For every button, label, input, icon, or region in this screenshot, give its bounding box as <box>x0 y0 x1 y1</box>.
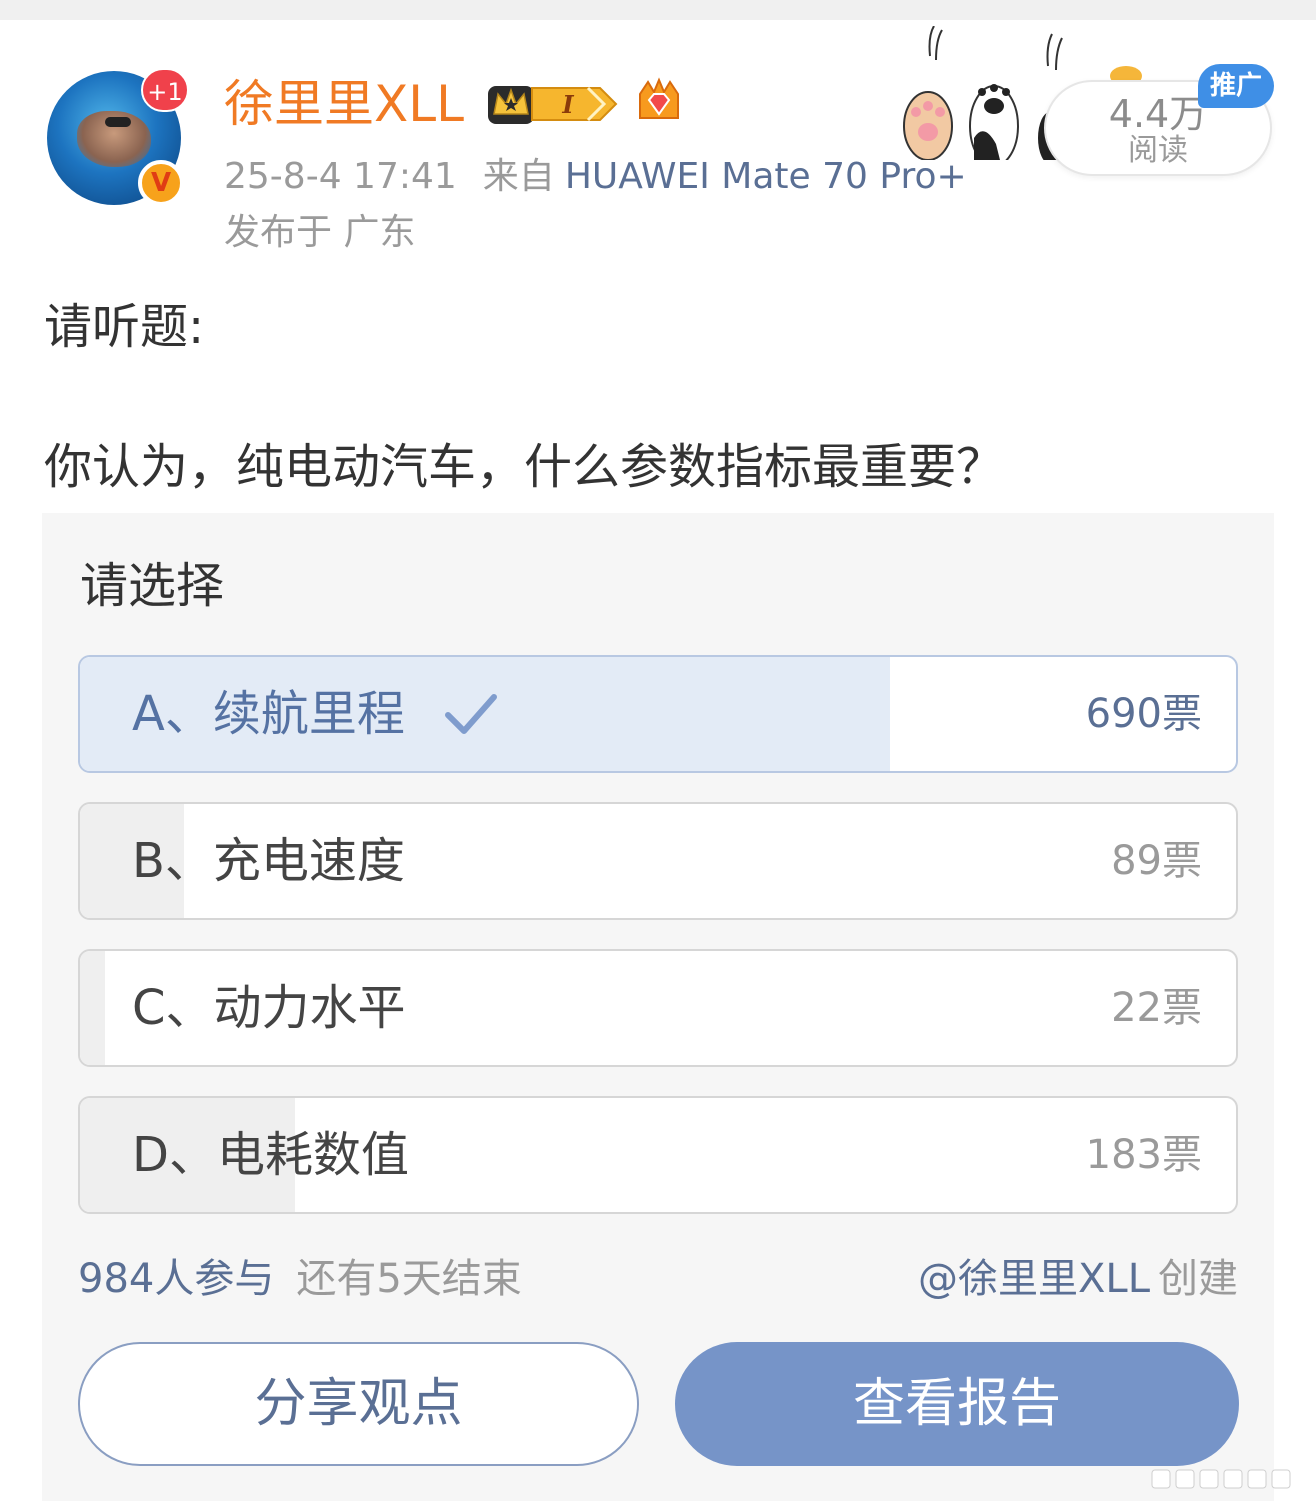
poll-option-b[interactable]: B、充电速度 89票 <box>78 802 1238 920</box>
post-text-line-1: 请听题: <box>44 299 205 355</box>
share-opinion-button[interactable]: 分享观点 <box>78 1342 639 1466</box>
poll-creator-handle[interactable]: @徐里里XLL <box>918 1256 1150 1302</box>
post-text-line-2: 你认为，纯电动汽车，什么参数指标最重要？ <box>44 439 1005 495</box>
poll-participants[interactable]: 984人参与 <box>78 1256 274 1302</box>
vip-diamond-icon[interactable] <box>634 76 684 126</box>
poll-stats: 984人参与 还有5天结束 <box>78 1254 522 1304</box>
poll-option-a[interactable]: A、续航里程 690票 <box>78 655 1238 773</box>
poll-creator: @徐里里XLL 创建 <box>918 1254 1238 1304</box>
read-label: 阅读 <box>1128 133 1188 168</box>
top-bar <box>0 0 1316 20</box>
svg-text:I: I <box>561 90 574 119</box>
poll-option-label: B、充电速度 <box>132 833 405 889</box>
poll-option-d[interactable]: D、电耗数值 183票 <box>78 1096 1238 1214</box>
post-meta: 25-8-4 17:41 来自 HUAWEI Mate 70 Pro+ <box>224 154 967 200</box>
promo-tag[interactable]: 推广 <box>1198 64 1274 108</box>
poll-option-c[interactable]: C、动力水平 22票 <box>78 949 1238 1067</box>
poll-option-votes: 183票 <box>1085 1132 1202 1178</box>
username[interactable]: 徐里里XLL <box>224 72 464 136</box>
poll-option-votes: 22票 <box>1111 985 1202 1031</box>
avatar-goggles <box>105 117 131 127</box>
notification-badge: +1 <box>141 68 189 112</box>
from-label: 来自 <box>482 156 555 197</box>
level-badge-icon[interactable]: I <box>530 84 620 124</box>
device-link[interactable]: HUAWEI Mate 70 Pro+ <box>565 156 967 197</box>
poll-option-votes: 89票 <box>1111 838 1202 884</box>
poll-title: 请选择 <box>80 558 225 614</box>
poll-option-fill <box>80 951 106 1065</box>
view-report-button[interactable]: 查看报告 <box>675 1342 1239 1466</box>
post-timestamp: 25-8-4 17:41 <box>224 156 457 197</box>
post-location: 发布于 广东 <box>224 212 416 253</box>
poll-option-label: A、续航里程 <box>132 686 405 742</box>
poll-option-label: C、动力水平 <box>132 980 406 1036</box>
crown-icon[interactable] <box>486 80 536 126</box>
poll-creator-suffix: 创建 <box>1158 1256 1238 1302</box>
checkmark-icon <box>445 694 497 734</box>
poll-remaining-time: 还有5天结束 <box>296 1256 522 1302</box>
poll-option-label: D、电耗数值 <box>132 1127 409 1183</box>
verified-icon: V <box>138 160 184 206</box>
watermark-icon <box>1151 1469 1291 1489</box>
poll-option-votes: 690票 <box>1085 691 1202 737</box>
